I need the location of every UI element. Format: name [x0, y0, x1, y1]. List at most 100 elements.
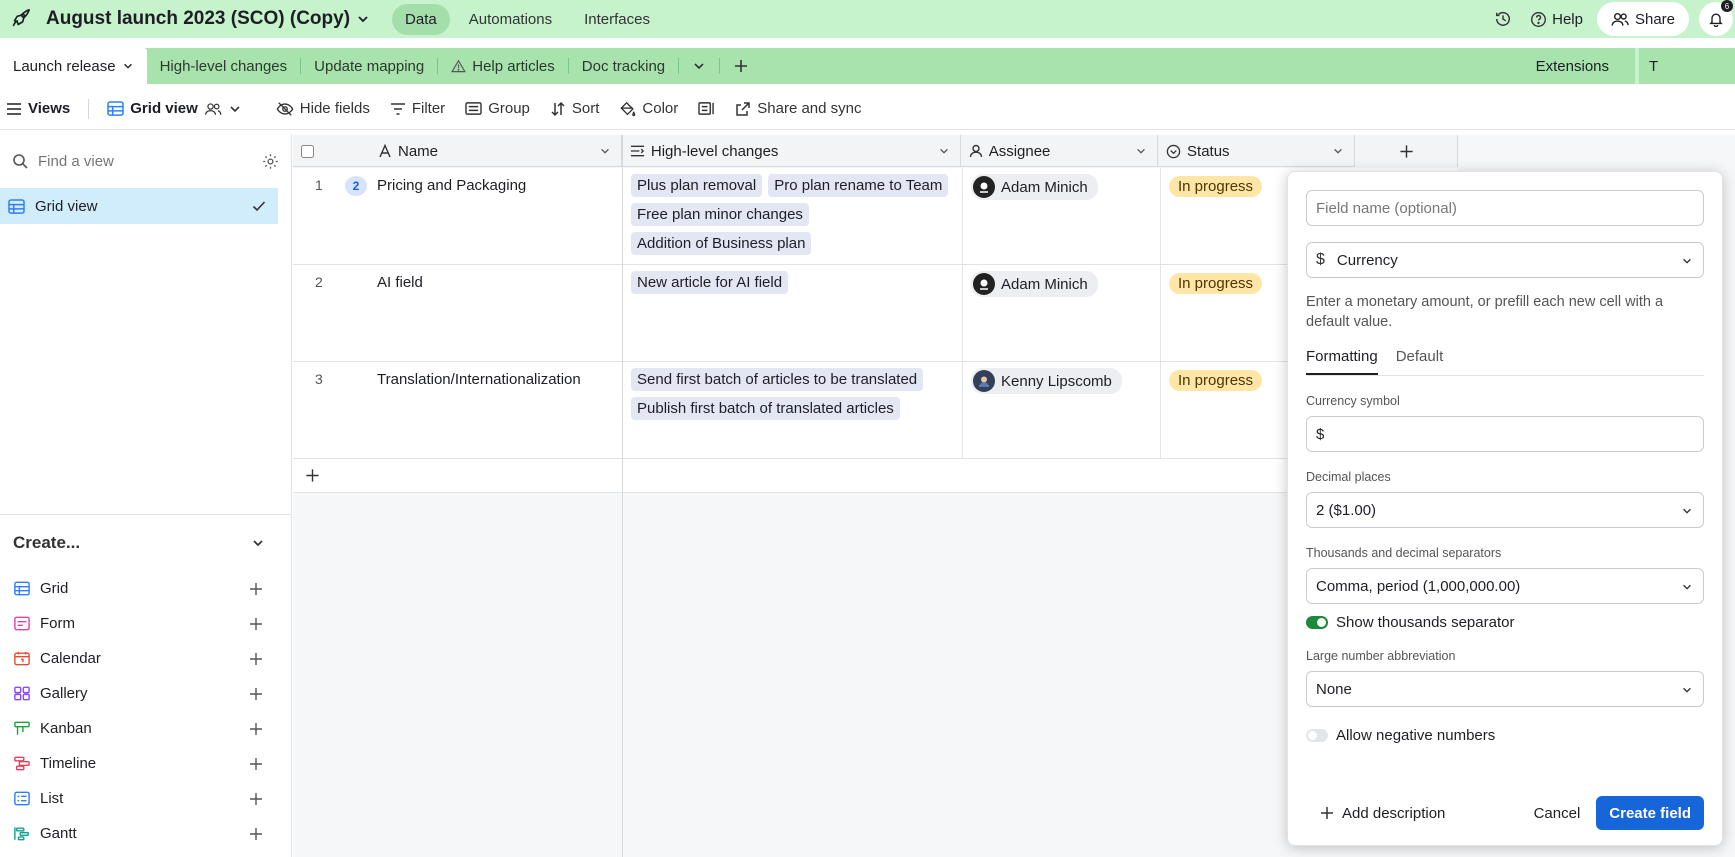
name-cell[interactable]: 3 Translation/Internationalization [293, 362, 623, 458]
changes-cell[interactable]: Send first batch of articles to be trans… [623, 362, 963, 458]
gallery-icon [14, 686, 30, 701]
more-tables-button[interactable] [679, 48, 719, 84]
color-button[interactable]: Color [609, 100, 688, 117]
allow-negative-row: Allow negative numbers [1306, 727, 1704, 744]
tab-default[interactable]: Default [1396, 348, 1444, 375]
create-gantt[interactable]: Gantt [0, 816, 291, 851]
separators-select[interactable]: Comma, period (1,000,000.00) [1306, 568, 1704, 604]
sidebar-view-grid-view[interactable]: Grid view [0, 188, 278, 224]
current-view-button[interactable]: Grid view [97, 100, 252, 117]
share-button[interactable]: Share [1596, 2, 1689, 36]
assignee-cell[interactable]: Adam Minich [963, 168, 1161, 264]
help-button[interactable]: Help [1530, 11, 1583, 28]
tab-launch-release[interactable]: Launch release [0, 48, 147, 84]
column-header-status[interactable]: Status [1158, 135, 1356, 167]
nav-data[interactable]: Data [392, 3, 450, 35]
tools-button[interactable]: T [1635, 48, 1735, 84]
plus-icon [306, 469, 319, 482]
show-thousands-toggle[interactable] [1306, 616, 1328, 629]
history-icon[interactable] [1494, 10, 1512, 28]
base-title[interactable]: August launch 2023 (SCO) (Copy) [46, 8, 350, 30]
plus-icon [250, 827, 262, 840]
notification-badge: 6 [1721, 0, 1733, 12]
table-row[interactable]: 2 AI field New article for AI field Adam… [293, 265, 1458, 362]
assignee-cell[interactable]: Adam Minich [963, 265, 1161, 361]
group-button[interactable]: Group [455, 100, 540, 117]
chevron-down-icon[interactable] [356, 12, 370, 26]
add-description-button[interactable]: Add description [1320, 805, 1518, 822]
tab-label: Help articles [472, 57, 555, 75]
create-label: Create... [13, 533, 81, 552]
row-height-button[interactable] [688, 101, 725, 116]
create-form[interactable]: Form [0, 606, 291, 641]
linked-record-chip[interactable]: Publish first batch of translated articl… [631, 397, 900, 420]
field-type-select[interactable]: $ Currency [1306, 242, 1704, 278]
create-timeline[interactable]: Timeline [0, 746, 291, 781]
column-header-name[interactable]: Name [293, 135, 622, 167]
add-record-button[interactable] [293, 459, 1458, 493]
add-field-button[interactable] [1355, 135, 1458, 167]
abbreviation-select[interactable]: None [1306, 671, 1704, 707]
record-name: AI field [377, 274, 423, 291]
create-field-button[interactable]: Create field [1596, 796, 1704, 830]
allow-negative-toggle[interactable] [1306, 729, 1328, 742]
tab-formatting[interactable]: Formatting [1306, 348, 1378, 375]
notifications-button[interactable]: 6 [1699, 0, 1733, 36]
linked-record-chip[interactable]: Send first batch of articles to be trans… [631, 368, 924, 391]
sidebar-view-label: Grid view [35, 197, 98, 215]
column-header-high-level-changes[interactable]: High-level changes [622, 135, 961, 167]
chevron-down-icon [123, 63, 132, 69]
find-view-bar [0, 134, 291, 188]
linked-record-chip[interactable]: Plus plan removal [631, 174, 763, 197]
field-name-input[interactable] [1316, 199, 1694, 217]
column-header-assignee[interactable]: Assignee [961, 135, 1159, 167]
table-row[interactable]: 1 2 Pricing and Packaging Plus plan remo… [293, 168, 1458, 265]
name-cell[interactable]: 1 2 Pricing and Packaging [293, 168, 623, 264]
linked-record-chip[interactable]: Pro plan rename to Team [768, 174, 949, 197]
create-gallery[interactable]: Gallery [0, 676, 291, 711]
sort-button[interactable]: Sort [540, 100, 610, 117]
changes-cell[interactable]: New article for AI field [623, 265, 963, 361]
table-tabs: Launch release High-level changes Update… [0, 48, 1735, 84]
currency-symbol-field[interactable] [1306, 416, 1704, 452]
table-row[interactable]: 3 Translation/Internationalization Send … [293, 362, 1458, 459]
linked-record-chip[interactable]: New article for AI field [631, 271, 789, 294]
tab-doc-tracking[interactable]: Doc tracking [569, 48, 678, 84]
row-number: 1 [315, 177, 323, 193]
create-calendar[interactable]: Calendar [0, 641, 291, 676]
filter-button[interactable]: Filter [380, 100, 455, 117]
extensions-button[interactable]: Extensions [1519, 48, 1625, 84]
tab-help-articles[interactable]: Help articles [438, 48, 568, 84]
decimal-places-select[interactable]: 2 ($1.00) [1306, 492, 1704, 528]
create-view-header[interactable]: Create... [0, 515, 291, 571]
cancel-button[interactable]: Cancel [1518, 805, 1597, 822]
status-badge: In progress [1169, 370, 1263, 391]
share-and-sync-button[interactable]: Share and sync [725, 100, 871, 117]
tab-high-level-changes[interactable]: High-level changes [147, 48, 301, 84]
chevron-down-icon [1137, 148, 1145, 154]
create-kanban[interactable]: Kanban [0, 711, 291, 746]
name-cell[interactable]: 2 AI field [293, 265, 623, 361]
add-table-button[interactable] [720, 48, 762, 84]
field-name-field[interactable] [1306, 190, 1704, 226]
nav-interfaces[interactable]: Interfaces [571, 4, 663, 35]
frozen-column-divider[interactable] [622, 135, 623, 857]
currency-symbol-input[interactable] [1316, 425, 1694, 443]
linked-record-chip[interactable]: Free plan minor changes [631, 203, 809, 226]
changes-cell[interactable]: Plus plan removal Pro plan rename to Tea… [623, 168, 963, 264]
top-right-actions: Help Share 6 [1494, 0, 1735, 38]
views-toggle-button[interactable]: Views [0, 100, 80, 117]
select-all-checkbox[interactable] [301, 144, 314, 158]
create-grid[interactable]: Grid [0, 571, 291, 606]
linked-record-chip[interactable]: Addition of Business plan [631, 232, 812, 255]
hide-fields-button[interactable]: Hide fields [266, 100, 380, 117]
find-view-input[interactable] [38, 152, 252, 170]
chevron-down-icon [1683, 258, 1691, 264]
comment-count-badge[interactable]: 2 [345, 176, 367, 196]
assignee-cell[interactable]: Kenny Lipscomb [963, 362, 1161, 458]
status-badge: In progress [1169, 176, 1263, 197]
rocket-icon[interactable] [2, 0, 38, 38]
create-list[interactable]: List [0, 781, 291, 816]
tab-update-mapping[interactable]: Update mapping [301, 48, 437, 84]
nav-automations[interactable]: Automations [456, 4, 565, 35]
